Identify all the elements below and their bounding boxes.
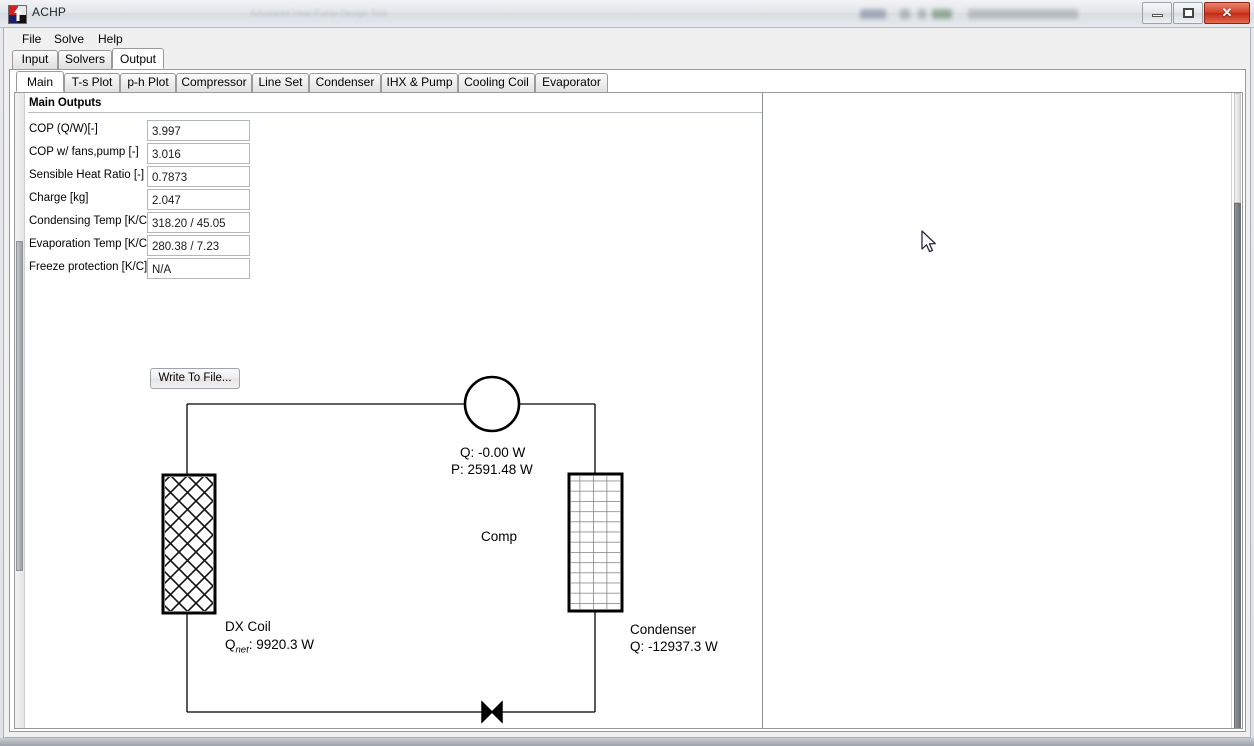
title-bar-ghost-text: Advanced Heat Pump Design Tool — [250, 8, 810, 20]
right-vertical-scrollbar[interactable] — [1231, 93, 1242, 728]
right-scrollbar-track[interactable] — [1234, 93, 1241, 203]
compressor-heat-label: Q: -0.00 W — [460, 445, 525, 460]
left-scrollbar-thumb[interactable] — [16, 241, 23, 571]
dx-coil-name-label: DX Coil — [225, 619, 271, 634]
compressor-name-label: Comp — [481, 529, 517, 544]
menu-item-solve[interactable]: Solve — [48, 31, 90, 47]
achp-application-window: ACHP Advanced Heat Pump Design Tool ✕ Fi… — [0, 0, 1254, 746]
condenser-name-label: Condenser — [630, 622, 696, 637]
minimize-button[interactable] — [1142, 2, 1172, 24]
output-tab-panel: Main T-s Plot p-h Plot Compressor Line S… — [9, 69, 1246, 732]
subtab-compressor[interactable]: Compressor — [176, 73, 252, 92]
subtab-ph-plot[interactable]: p-h Plot — [120, 73, 176, 92]
main-content-area: Main Outputs COP (Q/W)[-] COP w/ fans,pu… — [26, 93, 1230, 728]
dx-coil-q-prefix: Q — [225, 637, 236, 652]
dx-coil-q-value: : 9920.3 W — [249, 637, 314, 652]
compressor-symbol — [465, 377, 519, 431]
dx-coil-hatch — [165, 477, 213, 611]
left-vertical-scrollbar[interactable] — [15, 93, 25, 728]
close-icon: ✕ — [1205, 5, 1249, 21]
dx-coil-heat-label: Qnet: 9920.3 W — [225, 637, 314, 656]
subtab-cooling-coil[interactable]: Cooling Coil — [458, 73, 535, 92]
expansion-valve-left-triangle — [482, 702, 492, 722]
close-button[interactable]: ✕ — [1204, 2, 1250, 24]
menu-item-help[interactable]: Help — [92, 31, 129, 47]
condenser-grid — [571, 476, 620, 609]
subtab-ts-plot[interactable]: T-s Plot — [64, 73, 120, 92]
right-scrollbar-thumb[interactable] — [1234, 203, 1241, 729]
subtab-main[interactable]: Main — [16, 71, 64, 92]
condenser-heat-label: Q: -12937.3 W — [630, 639, 718, 654]
tab-solvers[interactable]: Solvers — [58, 50, 112, 69]
window-title: ACHP — [32, 5, 66, 19]
maximize-button[interactable] — [1173, 2, 1203, 24]
achp-app-icon — [8, 5, 27, 24]
tab-input[interactable]: Input — [12, 50, 58, 69]
title-bar-ghost-glyphs — [860, 8, 1130, 22]
panel-divider — [762, 93, 763, 729]
window-controls: ✕ — [1142, 2, 1250, 24]
cycle-schematic-diagram: Q: -0.00 W P: 2591.48 W Comp DX Coil Qne… — [26, 93, 762, 729]
subtab-evaporator[interactable]: Evaporator — [535, 73, 608, 92]
application-frame: File Solve Help Input Solvers Output Mai… — [3, 28, 1251, 738]
dx-coil-q-subscript: net — [236, 645, 249, 656]
menu-bar: File Solve Help — [4, 28, 1250, 49]
main-subtab-panel: Main Outputs COP (Q/W)[-] COP w/ fans,pu… — [14, 92, 1243, 729]
subtab-line-set[interactable]: Line Set — [252, 73, 309, 92]
window-bottom-edge — [0, 738, 1254, 746]
compressor-power-label: P: 2591.48 W — [451, 462, 533, 477]
menu-item-file[interactable]: File — [16, 31, 47, 47]
tab-output[interactable]: Output — [112, 48, 164, 69]
subtab-condenser[interactable]: Condenser — [309, 73, 381, 92]
title-bar: ACHP Advanced Heat Pump Design Tool ✕ — [0, 0, 1254, 28]
expansion-valve-right-triangle — [492, 702, 502, 722]
subtab-ihx-pump[interactable]: IHX & Pump — [381, 73, 458, 92]
